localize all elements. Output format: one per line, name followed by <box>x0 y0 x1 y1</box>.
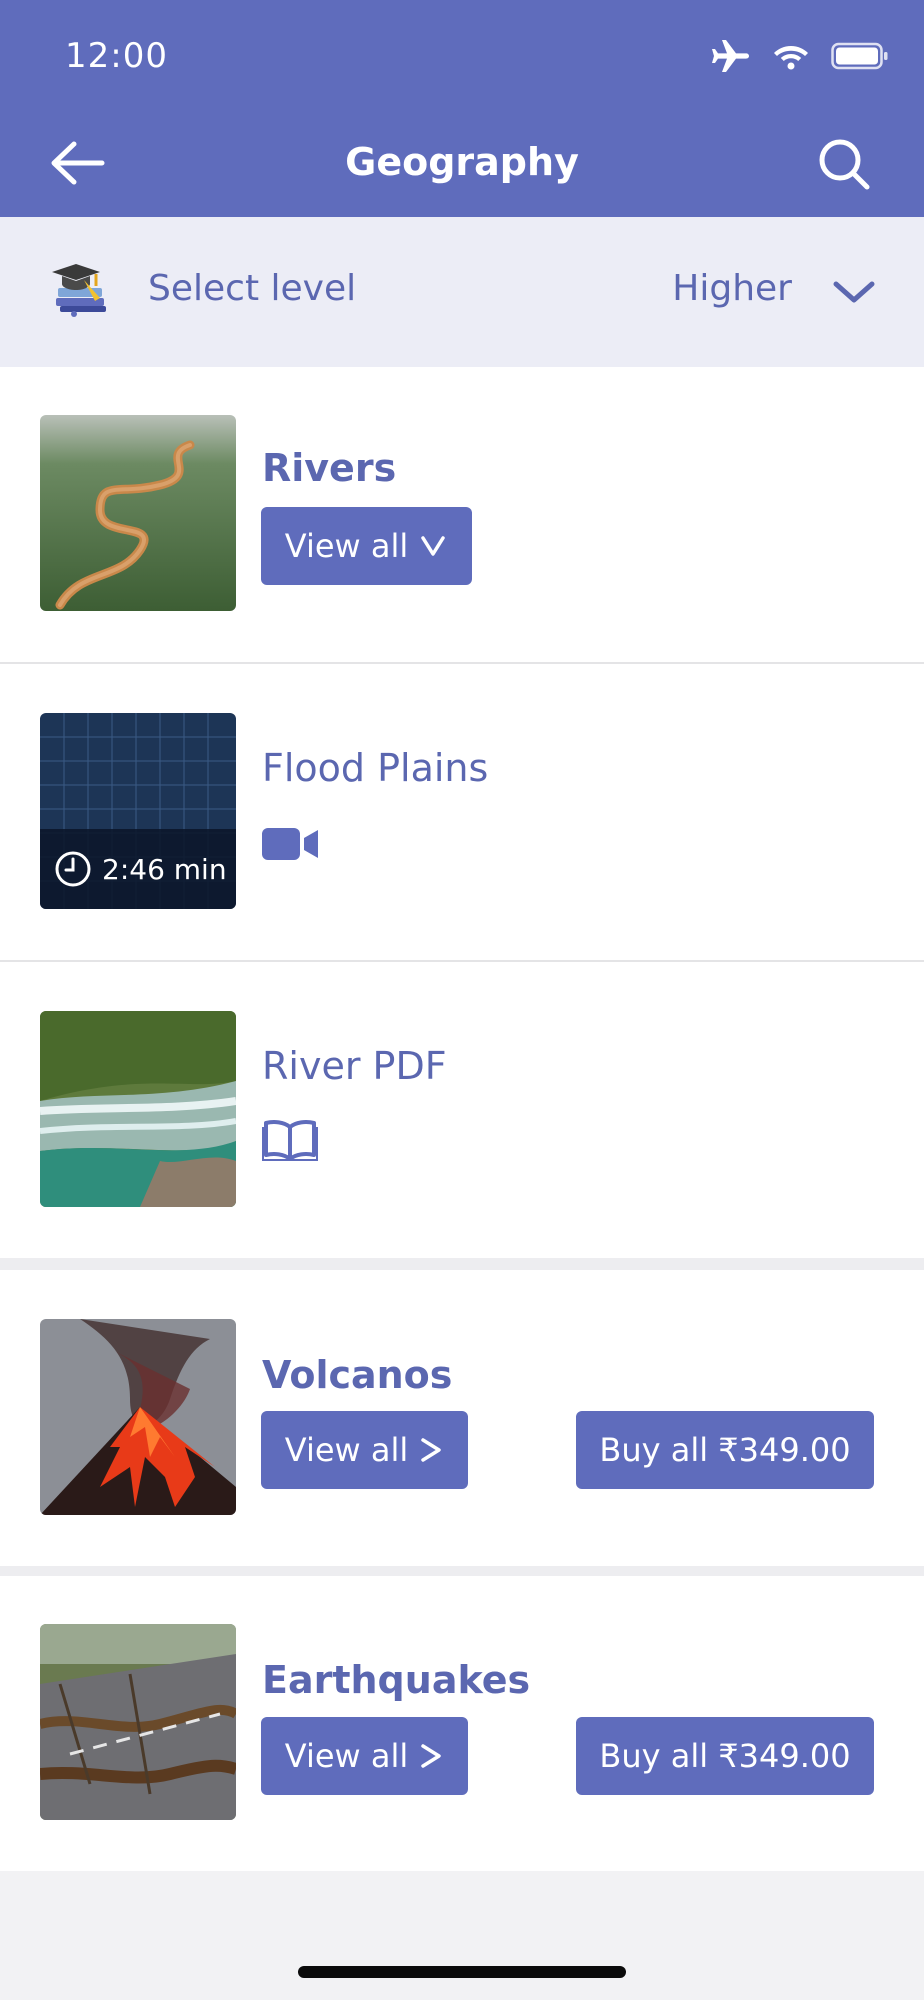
volcanos-buy-all-button[interactable]: Buy all ₹349.00 <box>576 1411 874 1489</box>
earthquakes-view-all-button[interactable]: View all <box>261 1717 468 1795</box>
divider <box>0 1566 924 1576</box>
chevron-right-icon <box>421 1744 441 1768</box>
page-title: Geography <box>345 140 579 184</box>
earthquakes-title: Earthquakes <box>262 1658 531 1702</box>
status-time: 12:00 <box>65 36 168 76</box>
volcanos-thumbnail[interactable] <box>40 1319 236 1515</box>
chevron-down-icon <box>421 536 445 556</box>
earthquakes-buy-all-button[interactable]: Buy all ₹349.00 <box>576 1717 874 1795</box>
river-pdf-title: River PDF <box>262 1044 447 1088</box>
video-duration: 2:46 min <box>102 852 227 886</box>
rivers-view-all-label: View all <box>284 527 409 565</box>
chevron-right-icon <box>421 1438 441 1462</box>
river-pdf-thumbnail[interactable] <box>40 1011 236 1207</box>
volcano-image <box>40 1319 236 1515</box>
open-book-icon <box>262 1120 318 1161</box>
divider <box>0 1258 924 1270</box>
video-camera-icon <box>262 828 318 860</box>
select-level-label: Select level <box>148 268 357 309</box>
graduation-cap-icon <box>52 264 106 317</box>
app-header: 12:00 Geography <box>0 0 924 217</box>
level-value[interactable]: Higher <box>672 268 792 309</box>
flood-plains-thumbnail[interactable]: 2:46 min <box>40 713 236 909</box>
earthquakes-thumbnail[interactable] <box>40 1624 236 1820</box>
status-icons <box>711 38 889 74</box>
rivers-view-all-button[interactable]: View all <box>261 507 472 585</box>
airplane-icon <box>712 40 749 72</box>
clock-icon <box>55 851 91 887</box>
rivers-title: Rivers <box>262 446 397 490</box>
wifi-icon <box>774 46 808 70</box>
home-indicator[interactable] <box>298 1966 626 1978</box>
flood-plains-title: Flood Plains <box>262 746 489 790</box>
duration-overlay: 2:46 min <box>40 829 236 909</box>
stream-image <box>40 1011 236 1207</box>
chevron-down-icon[interactable] <box>832 278 876 306</box>
battery-icon <box>831 42 888 70</box>
volcanos-view-all-label: View all <box>284 1431 409 1469</box>
rivers-thumbnail[interactable] <box>40 415 236 611</box>
volcanos-title: Volcanos <box>262 1353 453 1397</box>
volcanos-view-all-button[interactable]: View all <box>261 1411 468 1489</box>
earthquakes-view-all-label: View all <box>284 1737 409 1775</box>
river-image <box>40 415 236 611</box>
earthquake-image <box>40 1624 236 1820</box>
search-icon[interactable] <box>816 136 872 192</box>
